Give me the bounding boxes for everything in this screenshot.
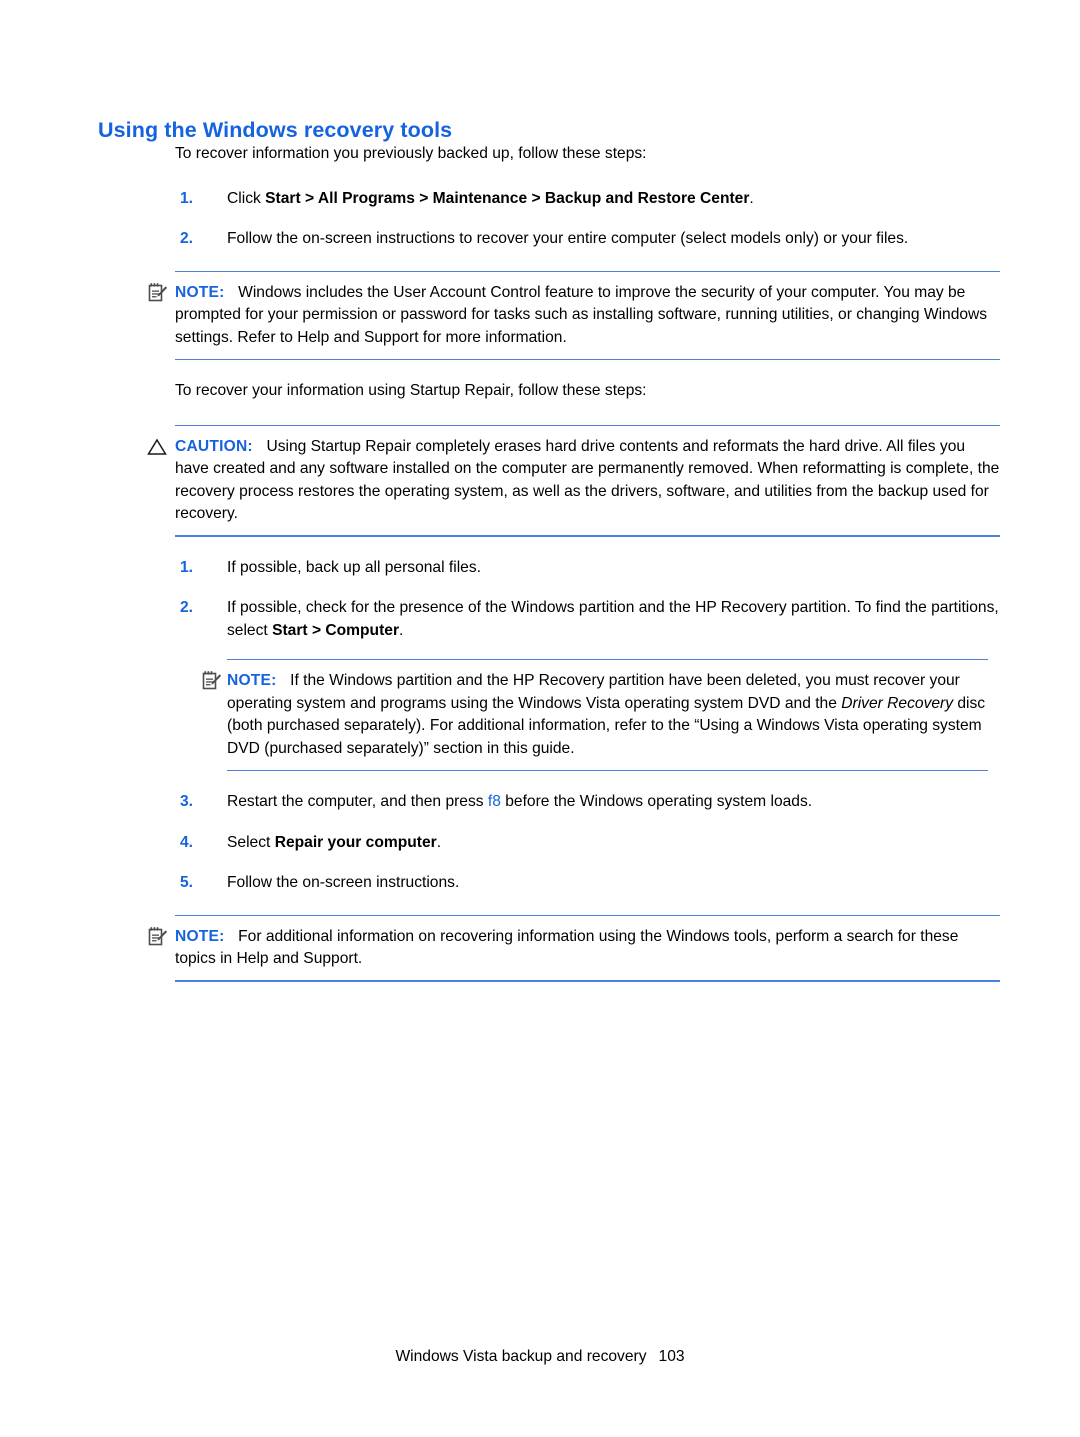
page-footer: Windows Vista backup and recovery 103 [0,1348,1080,1366]
callout-label: NOTE: [175,927,225,945]
list-item-text-suffix: . [436,833,442,851]
list-item-text: If possible, back up all personal files. [227,558,481,576]
list-item: 2. If possible, check for the presence of… [175,597,1000,642]
document-page: Using the Windows recovery tools To reco… [0,0,1080,1437]
warning-triangle-icon [146,436,168,458]
callout-label: NOTE: [227,672,277,689]
callout-rule-top [175,270,1000,272]
steps-list-backup-recovery: 1. Click Start > All Programs > Maintenan… [140,188,1000,251]
intro-paragraph-1: To recover information you previously ba… [175,145,647,162]
callout-rule-bottom [227,769,988,771]
list-item-text-suffix: . [749,189,754,207]
list-item-number: 2. [180,230,194,247]
list-item: 5. Follow the on-screen instructions. [175,872,1000,895]
callout-body: NOTE: Windows includes the User Account C… [175,275,1000,356]
list-item-number: 4. [180,833,194,851]
note-pad-icon [146,926,168,948]
callout-rule-top [175,424,1000,426]
note-pad-icon [146,282,168,304]
callout-rule-bottom [175,358,1000,360]
list-item-text: Follow the on-screen instructions to rec… [227,230,909,247]
note-callout-partition-deleted: NOTE: If the Windows partition and the HP… [192,659,1000,771]
caution-callout-startup-repair: CAUTION: Using Startup Repair completely … [140,424,1000,537]
list-item-number: 1. [180,189,194,207]
intro-paragraph-2: To recover your information using Startu… [175,382,647,399]
list-item-text-suffix: before the Windows operating system load… [500,793,813,810]
callout-label: NOTE: [175,283,225,301]
footer-title: Windows Vista backup and recovery [395,1348,647,1365]
callout-rule-top [175,914,1000,916]
page-title: Using the Windows recovery tools [98,118,453,143]
list-item: 3. Restart the computer, and then press f… [175,791,1000,814]
key-reference-f8: f8 [487,793,501,810]
list-item-text-prefix: Click [227,189,266,207]
callout-text: Windows includes the User Account Contro… [175,283,988,346]
callout-text: For additional information on recovering… [175,927,959,968]
list-item-text-suffix: . [399,621,404,639]
steps-list-startup-repair-b: 3. Restart the computer, and then press f… [140,791,1000,895]
list-item-number: 2. [180,599,194,616]
page-content: To recover information you previously ba… [140,143,1000,982]
callout-rule-top [227,659,988,661]
steps-list-startup-repair-a: 1. If possible, back up all personal file… [140,557,1000,643]
list-item-text: Follow the on-screen instructions. [227,874,460,891]
list-item: 1. Click Start > All Programs > Maintenan… [175,188,1000,211]
callout-rule-bottom [175,980,1000,982]
callout-body: NOTE: For additional information on recov… [175,919,1000,977]
note-callout-help-and-support: NOTE: For additional information on recov… [140,914,1000,982]
note-pad-icon [200,670,222,692]
list-item: 4. Select Repair your computer. [175,832,1000,855]
list-item-number: 5. [180,874,194,891]
callout-body: CAUTION: Using Startup Repair completely … [175,429,1000,532]
list-item-text-prefix: Restart the computer, and then press [227,793,488,810]
list-item: 2. Follow the on-screen instructions to r… [175,228,1000,251]
callout-body: NOTE: If the Windows partition and the HP… [227,663,1000,766]
callout-rule-bottom [175,535,1000,537]
list-item-text-bold: Start > All Programs > Maintenance > Bac… [265,189,750,207]
callout-text: Using Startup Repair completely erases h… [175,437,1000,523]
list-item-number: 3. [180,793,194,810]
list-item-number: 1. [180,558,194,576]
list-item-text-prefix: Select [227,833,275,851]
note-callout-user-account-control: NOTE: Windows includes the User Account C… [140,270,1000,360]
callout-label: CAUTION: [175,437,253,455]
callout-text-italic: Driver Recovery [841,694,954,712]
footer-page-number: 103 [658,1348,685,1365]
list-item-text-bold: Start > Computer [272,621,400,639]
list-item: 1. If possible, back up all personal file… [175,557,1000,580]
list-item-text-bold: Repair your computer [274,833,437,851]
